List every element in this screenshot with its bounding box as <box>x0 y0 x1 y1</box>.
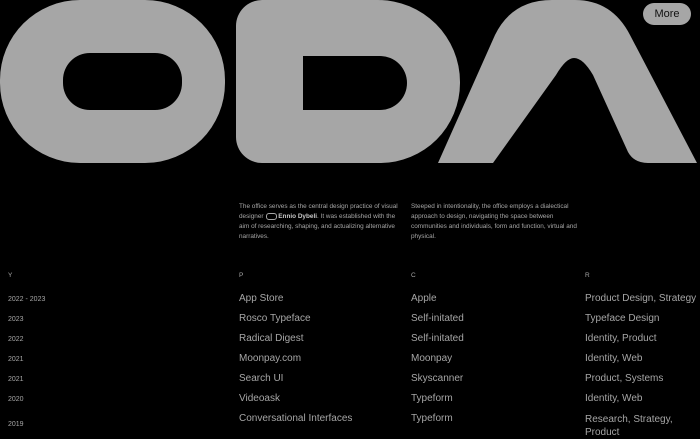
row-project: Videoask <box>239 393 280 404</box>
table-row[interactable]: 2023 Rosco Typeface Self-initated Typefa… <box>0 313 700 333</box>
row-project: Search UI <box>239 373 284 384</box>
row-project: Rosco Typeface <box>239 313 311 324</box>
row-year: 2020 <box>8 396 24 403</box>
table-row[interactable]: 2022 - 2023 App Store Apple Product Desi… <box>0 293 700 313</box>
column-header-client: C <box>411 272 416 279</box>
row-client: Moonpay <box>411 353 453 364</box>
row-project: App Store <box>239 293 284 304</box>
row-role: Identity, Product <box>585 333 657 344</box>
more-button[interactable]: More <box>643 3 691 25</box>
table-row[interactable]: 2019 Conversational Interfaces Typeform … <box>0 413 700 438</box>
row-role: Research, Strategy, Product <box>585 414 673 438</box>
logo-letter-d <box>236 0 460 163</box>
column-header-project: P <box>239 272 244 279</box>
glasses-icon <box>266 212 278 220</box>
row-project: Conversational Interfaces <box>239 413 353 424</box>
table-row[interactable]: 2020 Videoask Typeform Identity, Web <box>0 393 700 413</box>
logo-letter-o <box>0 0 225 163</box>
row-role: Product, Systems <box>585 373 664 384</box>
row-year: 2022 <box>8 336 24 343</box>
table-row[interactable]: 2021 Moonpay.com Moonpay Identity, Web <box>0 353 700 373</box>
row-role: Identity, Web <box>585 353 643 364</box>
table-row[interactable]: 2022 Radical Digest Self-initated Identi… <box>0 333 700 353</box>
row-role: Identity, Web <box>585 393 643 404</box>
row-client: Apple <box>411 293 437 304</box>
column-header-year: Y <box>8 272 13 279</box>
row-year: 2021 <box>8 356 24 363</box>
column-header-role: R <box>585 272 590 279</box>
designer-name: Ennio Dybeli <box>278 213 317 220</box>
row-project: Moonpay.com <box>239 353 302 364</box>
row-role: Product Design, Strategy <box>585 293 697 304</box>
intro-right-paragraph: Steeped in intentionality, the office em… <box>411 203 577 240</box>
row-role: Typeface Design <box>585 313 660 324</box>
row-client: Typeform <box>411 393 453 404</box>
row-year: 2021 <box>8 376 24 383</box>
row-year: 2022 - 2023 <box>8 296 46 303</box>
row-year: 2023 <box>8 316 24 323</box>
row-client: Typeform <box>411 413 453 424</box>
row-year: 2019 <box>8 421 24 428</box>
row-project: Radical Digest <box>239 333 304 344</box>
oda-logo <box>0 0 697 163</box>
intro-left-paragraph: The office serves as the central design … <box>239 202 407 242</box>
row-client: Self-initated <box>411 333 464 344</box>
row-client: Skyscanner <box>411 373 464 384</box>
row-client: Self-initated <box>411 313 464 324</box>
table-row[interactable]: 2021 Search UI Skyscanner Product, Syste… <box>0 373 700 393</box>
